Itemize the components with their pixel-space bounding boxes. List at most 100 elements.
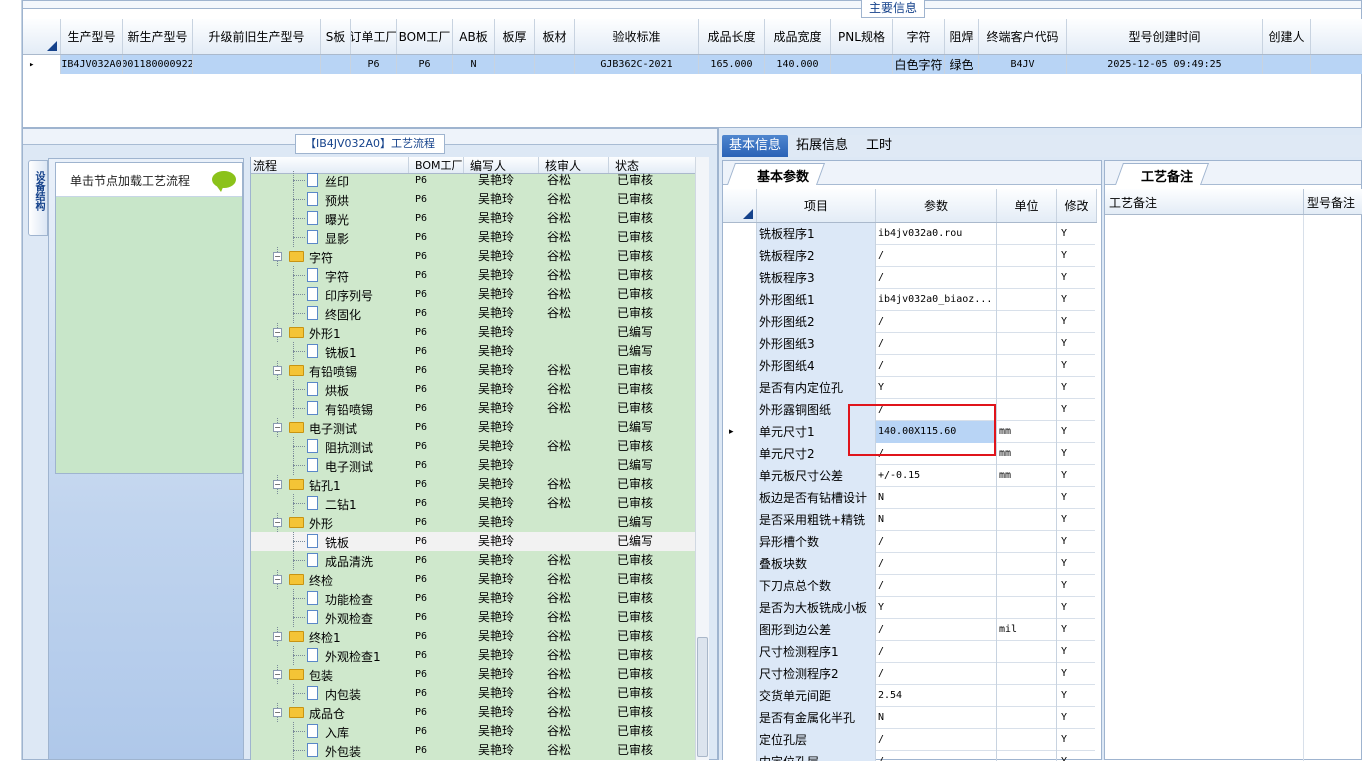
param-unit[interactable] [997, 685, 1057, 707]
vertical-tab[interactable]: 设备结构 [28, 160, 48, 236]
flow-node[interactable]: 内包装 [251, 684, 409, 703]
param-unit[interactable] [997, 663, 1057, 685]
param-modify[interactable]: Y [1057, 619, 1097, 641]
flow-row[interactable]: − 字符 P6 吴艳玲 谷松 已审核 [251, 247, 695, 266]
param-unit[interactable] [997, 575, 1057, 597]
flow-row[interactable]: 外观检查 P6 吴艳玲 谷松 已审核 [251, 608, 695, 627]
param-modify[interactable]: Y [1057, 575, 1097, 597]
flow-node[interactable]: 外观检查1 [251, 646, 409, 665]
param-row[interactable]: 外形图纸2/ Y [723, 311, 1095, 333]
collapse-icon[interactable]: − [273, 328, 282, 337]
param-value[interactable]: / [876, 333, 997, 355]
flow-node[interactable]: 曝光 [251, 209, 409, 228]
flow-node[interactable]: 丝印 [251, 171, 409, 190]
flow-node[interactable]: − 字符 [251, 247, 409, 266]
flow-row[interactable]: 内包装 P6 吴艳玲 谷松 已审核 [251, 684, 695, 703]
param-modify[interactable]: Y [1057, 685, 1097, 707]
param-modify[interactable]: Y [1057, 487, 1097, 509]
tab-work-hours[interactable]: 工时 [856, 135, 902, 157]
flow-node[interactable]: 入库 [251, 722, 409, 741]
param-modify[interactable]: Y [1057, 509, 1097, 531]
param-row[interactable]: 是否有内定位孔 Y Y [723, 377, 1095, 399]
collapse-icon[interactable]: − [273, 480, 282, 489]
param-unit[interactable]: mm [997, 443, 1057, 465]
table-cell[interactable]: N [453, 55, 495, 74]
param-unit[interactable] [997, 399, 1057, 421]
flow-row[interactable]: 有铅喷锡 P6 吴艳玲 谷松 已审核 [251, 399, 695, 418]
param-unit[interactable] [997, 289, 1057, 311]
flow-row[interactable]: 入库 P6 吴艳玲 谷松 已审核 [251, 722, 695, 741]
param-unit[interactable]: mil [997, 619, 1057, 641]
param-modify[interactable]: Y [1057, 597, 1097, 619]
flow-node[interactable]: 外包装 [251, 741, 409, 760]
param-unit[interactable] [997, 333, 1057, 355]
param-unit[interactable] [997, 597, 1057, 619]
param-row[interactable]: 外形图纸4/ Y [723, 355, 1095, 377]
param-modify[interactable]: Y [1057, 641, 1097, 663]
table-cell[interactable]: P6 [397, 55, 453, 74]
param-unit[interactable] [997, 729, 1057, 751]
param-unit[interactable] [997, 531, 1057, 553]
param-row[interactable]: 铣板程序1 ib4jv032a0.rou Y [723, 223, 1095, 245]
table-cell[interactable]: 白色字符 [893, 55, 945, 74]
table-cell[interactable]: 140.000 [765, 55, 831, 74]
param-unit[interactable] [997, 509, 1057, 531]
flow-row[interactable]: 终固化 P6 吴艳玲 谷松 已审核 [251, 304, 695, 323]
flow-node[interactable]: − 钻孔1 [251, 475, 409, 494]
collapse-icon[interactable]: − [273, 575, 282, 584]
flow-scrollbar[interactable] [695, 157, 709, 760]
flow-node[interactable]: 有铅喷锡 [251, 399, 409, 418]
flow-row[interactable]: 外包装 P6 吴艳玲 谷松 已审核 [251, 741, 695, 760]
table-cell[interactable] [1263, 55, 1311, 74]
tab-basic-info[interactable]: 基本信息 [722, 135, 788, 157]
table-cell[interactable] [535, 55, 575, 74]
param-unit[interactable] [997, 355, 1057, 377]
param-unit[interactable] [997, 267, 1057, 289]
flow-row[interactable]: 印序列号 P6 吴艳玲 谷松 已审核 [251, 285, 695, 304]
flow-row[interactable]: − 包装 P6 吴艳玲 谷松 已审核 [251, 665, 695, 684]
param-row[interactable]: 是否采用粗铣+精铣 N Y [723, 509, 1095, 531]
table-cell[interactable] [321, 55, 351, 74]
table-cell[interactable]: 165.000 [699, 55, 765, 74]
flow-row[interactable]: − 有铅喷锡 P6 吴艳玲 谷松 已审核 [251, 361, 695, 380]
flow-row[interactable]: 预烘 P6 吴艳玲 谷松 已审核 [251, 190, 695, 209]
collapse-icon[interactable]: − [273, 252, 282, 261]
param-value[interactable]: / [876, 311, 997, 333]
flow-node[interactable]: 终固化 [251, 304, 409, 323]
flow-node[interactable]: 铣板1 [251, 342, 409, 361]
flow-row[interactable]: 显影 P6 吴艳玲 谷松 已审核 [251, 228, 695, 247]
param-unit[interactable] [997, 223, 1057, 245]
flow-node[interactable]: 二钻1 [251, 494, 409, 513]
flow-node[interactable]: 阻抗测试 [251, 437, 409, 456]
flow-node[interactable]: 成品清洗 [251, 551, 409, 570]
param-unit[interactable] [997, 245, 1057, 267]
param-value[interactable]: ib4jv032a0.rou [876, 223, 997, 245]
param-value[interactable]: / [876, 619, 997, 641]
splitter[interactable] [0, 0, 22, 760]
flow-row[interactable]: − 外形 P6 吴艳玲 已编写 [251, 513, 695, 532]
param-row[interactable]: 异形槽个数 / Y [723, 531, 1095, 553]
scroll-thumb[interactable] [697, 637, 708, 757]
table-cell[interactable] [831, 55, 893, 74]
collapse-icon[interactable]: − [273, 518, 282, 527]
param-modify[interactable]: Y [1057, 399, 1097, 421]
table-cell[interactable]: P6 [351, 55, 397, 74]
flow-node[interactable]: 外观检查 [251, 608, 409, 627]
flow-node[interactable]: 字符 [251, 266, 409, 285]
collapse-icon[interactable]: − [273, 366, 282, 375]
param-unit[interactable] [997, 553, 1057, 575]
table-cell[interactable]: 绿色 [945, 55, 979, 74]
param-modify[interactable]: Y [1057, 421, 1097, 443]
param-unit[interactable] [997, 377, 1057, 399]
param-modify[interactable]: Y [1057, 223, 1097, 245]
param-unit[interactable] [997, 707, 1057, 729]
flow-node[interactable]: − 外形 [251, 513, 409, 532]
param-value[interactable]: / [876, 729, 997, 751]
flow-node[interactable]: − 终检 [251, 570, 409, 589]
flow-node[interactable]: − 成品仓 [251, 703, 409, 722]
flow-row[interactable]: − 钻孔1 P6 吴艳玲 谷松 已审核 [251, 475, 695, 494]
param-row[interactable]: 下刀点总个数 / Y [723, 575, 1095, 597]
param-modify[interactable]: Y [1057, 707, 1097, 729]
param-row[interactable]: 定位孔层 / Y [723, 729, 1095, 751]
flow-row[interactable]: − 外形1 P6 吴艳玲 已编写 [251, 323, 695, 342]
